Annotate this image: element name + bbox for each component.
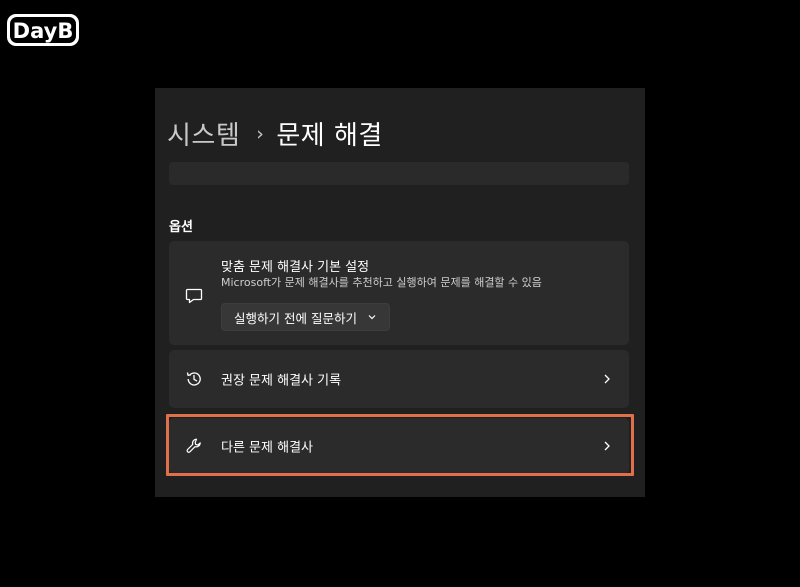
troubleshooter-preference-dropdown[interactable]: 실행하기 전에 질문하기 <box>221 303 390 331</box>
custom-troubleshooter-title: 맞춤 문제 해결사 기본 설정 <box>221 260 370 275</box>
dropdown-selected-value: 실행하기 전에 질문하기 <box>234 310 357 326</box>
other-troubleshooters-card[interactable]: 다른 문제 해결사 <box>169 418 629 474</box>
breadcrumb: 시스템 › 문제 해결 <box>167 115 383 152</box>
chevron-right-icon <box>604 441 610 451</box>
page-title: 문제 해결 <box>276 121 383 151</box>
custom-troubleshooter-card: 맞춤 문제 해결사 기본 설정 Microsoft가 문제 해결사를 추천하고 … <box>169 241 629 345</box>
wrench-icon <box>186 438 201 453</box>
dayb-logo: DayB <box>6 10 80 50</box>
svg-text:DayB: DayB <box>13 19 74 43</box>
breadcrumb-system[interactable]: 시스템 <box>167 115 240 152</box>
chevron-down-icon <box>368 315 376 320</box>
troubleshooter-history-label: 권장 문제 해결사 기록 <box>221 373 342 389</box>
breadcrumb-separator: › <box>256 122 265 145</box>
troubleshooter-history-card[interactable]: 권장 문제 해결사 기록 <box>169 350 629 408</box>
history-icon <box>186 372 201 386</box>
other-troubleshooters-label: 다른 문제 해결사 <box>221 440 313 456</box>
info-bar-placeholder <box>169 162 629 185</box>
section-title-options: 옵션 <box>169 220 193 235</box>
custom-troubleshooter-description: Microsoft가 문제 해결사를 추천하고 실행하여 문제를 해결할 수 있… <box>221 276 542 289</box>
settings-panel: 시스템 › 문제 해결 옵션 맞춤 문제 해결사 기본 설정 Microsoft… <box>155 88 645 497</box>
chevron-right-icon <box>604 374 610 384</box>
chat-bubble-icon <box>185 288 203 304</box>
